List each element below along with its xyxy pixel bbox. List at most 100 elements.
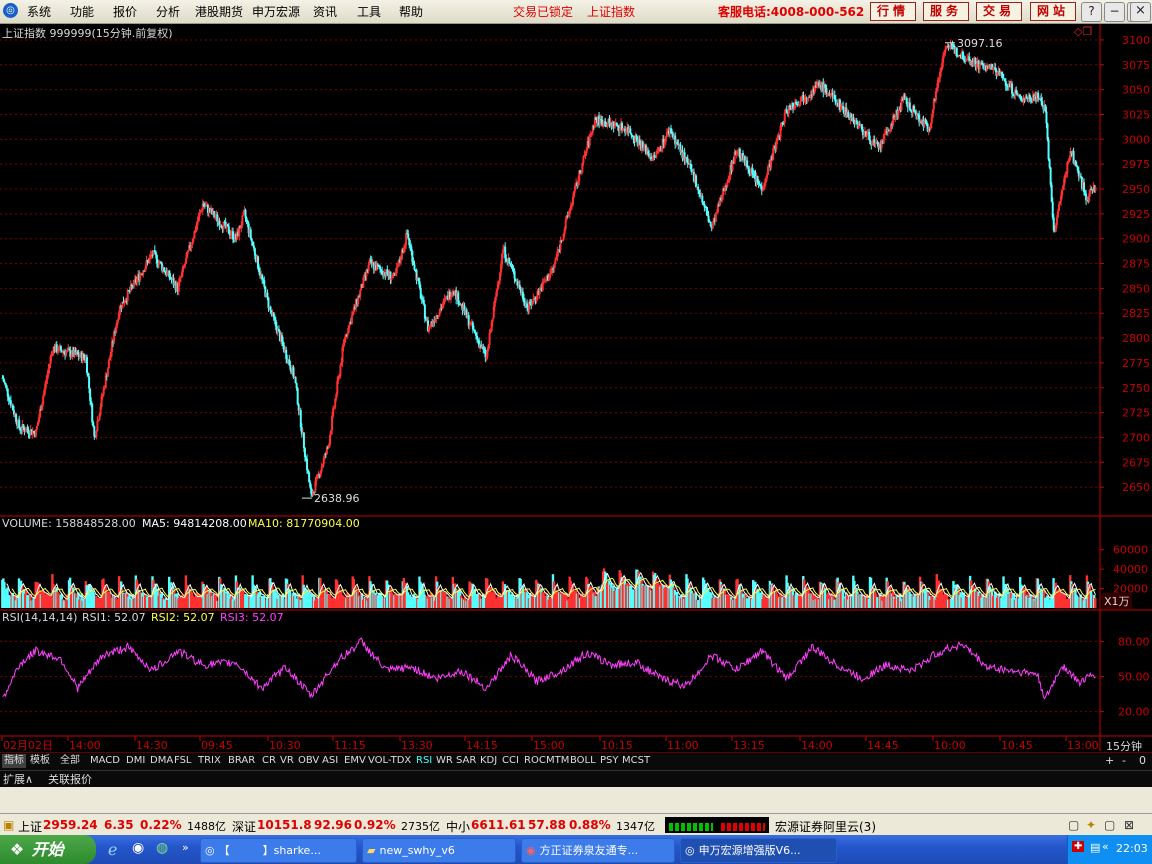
panel-add-button[interactable]: + bbox=[1105, 754, 1114, 767]
price-tick-label: 2750 bbox=[1122, 382, 1150, 395]
taskbar-item-swhy[interactable]: ◎ 申万宏源增强版V6... bbox=[680, 838, 837, 863]
sz-label[interactable]: 深证 bbox=[232, 818, 256, 835]
tab-obv[interactable]: OBV bbox=[298, 754, 319, 768]
taskbar-item-folder[interactable]: ▰ new_swhy_v6 bbox=[362, 838, 516, 863]
price-tick-label: 2900 bbox=[1122, 233, 1150, 246]
start-button[interactable]: ❖ 开始 bbox=[0, 835, 96, 864]
ie-icon[interactable]: ℯ bbox=[108, 840, 117, 859]
candle-body bbox=[975, 64, 978, 68]
service-hotline: 客服电话:4008-000-562 bbox=[718, 5, 865, 19]
tab-dmi[interactable]: DMI bbox=[126, 754, 145, 768]
candle-body bbox=[126, 290, 129, 301]
tab--[interactable]: 指标 bbox=[2, 754, 26, 768]
browser-icon[interactable]: ◉ bbox=[132, 840, 144, 856]
x-tick-label: 10:30 bbox=[269, 739, 301, 751]
tab-kdj[interactable]: KDJ bbox=[480, 754, 497, 768]
panel-reset-button[interactable]: 0 bbox=[1139, 754, 1146, 767]
tab-asi[interactable]: ASI bbox=[322, 754, 338, 768]
tab-emv[interactable]: EMV bbox=[344, 754, 366, 768]
close-window-icon[interactable]: × bbox=[1130, 2, 1151, 22]
tab-dma[interactable]: DMA bbox=[150, 754, 173, 768]
x-tick-label: 15:00 bbox=[533, 739, 565, 751]
tab-vr[interactable]: VR bbox=[280, 754, 294, 768]
menu-item-system[interactable]: 系统 bbox=[27, 3, 51, 20]
menu-item-help[interactable]: 帮助 bbox=[399, 3, 423, 20]
tray-close-icon[interactable]: ⊠ bbox=[1124, 818, 1134, 832]
candle-body bbox=[491, 318, 494, 322]
tab-wr[interactable]: WR bbox=[436, 754, 453, 768]
menu-item-function[interactable]: 功能 bbox=[70, 3, 94, 20]
tab-sar[interactable]: SAR bbox=[456, 754, 476, 768]
price-tick-label: 2775 bbox=[1122, 357, 1150, 370]
tab--[interactable]: 全部 bbox=[60, 754, 80, 768]
app-logo-icon[interactable]: ◎ bbox=[3, 3, 18, 18]
decline-bars bbox=[721, 823, 765, 831]
sub-tab-strip bbox=[0, 770, 1152, 788]
candle-body bbox=[508, 258, 511, 264]
sz-pct: 0.92% bbox=[354, 818, 396, 832]
candle-body bbox=[96, 421, 99, 432]
tab-vol-tdx[interactable]: VOL-TDX bbox=[368, 754, 411, 768]
flag-icon[interactable]: ✚ bbox=[1072, 841, 1085, 852]
sh-label[interactable]: 上证 bbox=[18, 818, 42, 835]
candle-body bbox=[630, 133, 633, 136]
tab-fsl[interactable]: FSL bbox=[174, 754, 192, 768]
tab-rsi[interactable]: RSI bbox=[416, 754, 432, 768]
menu-item-analysis[interactable]: 分析 bbox=[156, 3, 180, 20]
candle-body bbox=[714, 212, 717, 222]
trade-lock-status[interactable]: 交易已锁定 bbox=[513, 3, 573, 20]
candle-body bbox=[302, 432, 305, 449]
quicklaunch-more-icon[interactable]: » bbox=[182, 841, 189, 854]
x-tick-label: 14:30 bbox=[136, 739, 168, 751]
menu-item-quote[interactable]: 报价 bbox=[113, 3, 137, 20]
trade-button[interactable]: 交易 bbox=[976, 2, 1022, 21]
menu-item-news[interactable]: 资讯 bbox=[313, 3, 337, 20]
tab-mcst[interactable]: MCST bbox=[622, 754, 650, 768]
menu-item-swhy[interactable]: 申万宏源 bbox=[252, 3, 300, 20]
chart-corner-icons[interactable]: ◇❐ bbox=[1074, 25, 1092, 38]
tab-expand[interactable]: 扩展∧ bbox=[3, 771, 33, 787]
market-button[interactable]: 行情 bbox=[870, 2, 916, 21]
minimize-icon[interactable]: − bbox=[1104, 2, 1125, 22]
candle-body bbox=[296, 388, 299, 405]
tab-boll[interactable]: BOLL bbox=[570, 754, 596, 768]
tab-cci[interactable]: CCI bbox=[502, 754, 519, 768]
volume-ma5: MA5: 94814208.00 bbox=[142, 517, 247, 530]
help-icon[interactable]: ? bbox=[1081, 2, 1102, 22]
tray-network-icon[interactable]: ▤ bbox=[1090, 841, 1100, 854]
clock[interactable]: 22:03 bbox=[1116, 842, 1148, 855]
menu-item-tools[interactable]: 工具 bbox=[357, 3, 381, 20]
price-tick-label: 3050 bbox=[1122, 84, 1150, 97]
rsi-tick-label: 80.00 bbox=[1118, 635, 1150, 648]
messenger-icon[interactable]: ◍ bbox=[156, 840, 168, 856]
tab--[interactable]: 模板 bbox=[30, 754, 50, 768]
tab-brar[interactable]: BRAR bbox=[228, 754, 255, 768]
tab-mtm[interactable]: MTM bbox=[546, 754, 569, 768]
taskbar-item-founder[interactable]: ◉ 方正证券泉友通专... bbox=[521, 838, 675, 863]
tab-related-quotes[interactable]: 关联报价 bbox=[48, 771, 92, 787]
tab-macd[interactable]: MACD bbox=[90, 754, 120, 768]
low-price-label: 2638.96 bbox=[314, 492, 360, 505]
candle-body bbox=[294, 376, 297, 384]
service-button[interactable]: 服务 bbox=[923, 2, 969, 21]
sme-label[interactable]: 中小 bbox=[446, 818, 470, 835]
panel-remove-button[interactable]: - bbox=[1122, 754, 1126, 767]
menu-item-hk-futures[interactable]: 港股期货 bbox=[195, 3, 243, 20]
tray-expand-icon[interactable]: ▢ bbox=[1104, 818, 1115, 832]
candle-body bbox=[405, 233, 408, 246]
tab-trix[interactable]: TRIX bbox=[198, 754, 221, 768]
x-tick-label: 09:45 bbox=[201, 739, 233, 751]
tab-psy[interactable]: PSY bbox=[600, 754, 619, 768]
candle-body bbox=[1048, 159, 1051, 168]
tray-expand-arrow-icon[interactable]: « bbox=[1102, 840, 1109, 853]
taskbar-item-sharke[interactable]: ◎ 【 】sharke... bbox=[200, 838, 357, 863]
x-tick-label: 14:00 bbox=[69, 739, 101, 751]
website-button[interactable]: 网站 bbox=[1030, 2, 1076, 21]
candle-body bbox=[564, 219, 567, 229]
broker-server[interactable]: 宏源证券阿里云(3) bbox=[775, 818, 876, 835]
tray-square-icon[interactable]: ▢ bbox=[1068, 818, 1079, 832]
tab-cr[interactable]: CR bbox=[262, 754, 276, 768]
chart-area[interactable]: 2650 2675 2700 2725 2750 2775 2800 2825 2850 2875… bbox=[0, 23, 1152, 751]
tab-roc[interactable]: ROC bbox=[524, 754, 546, 768]
volume-bars bbox=[1, 568, 1097, 608]
